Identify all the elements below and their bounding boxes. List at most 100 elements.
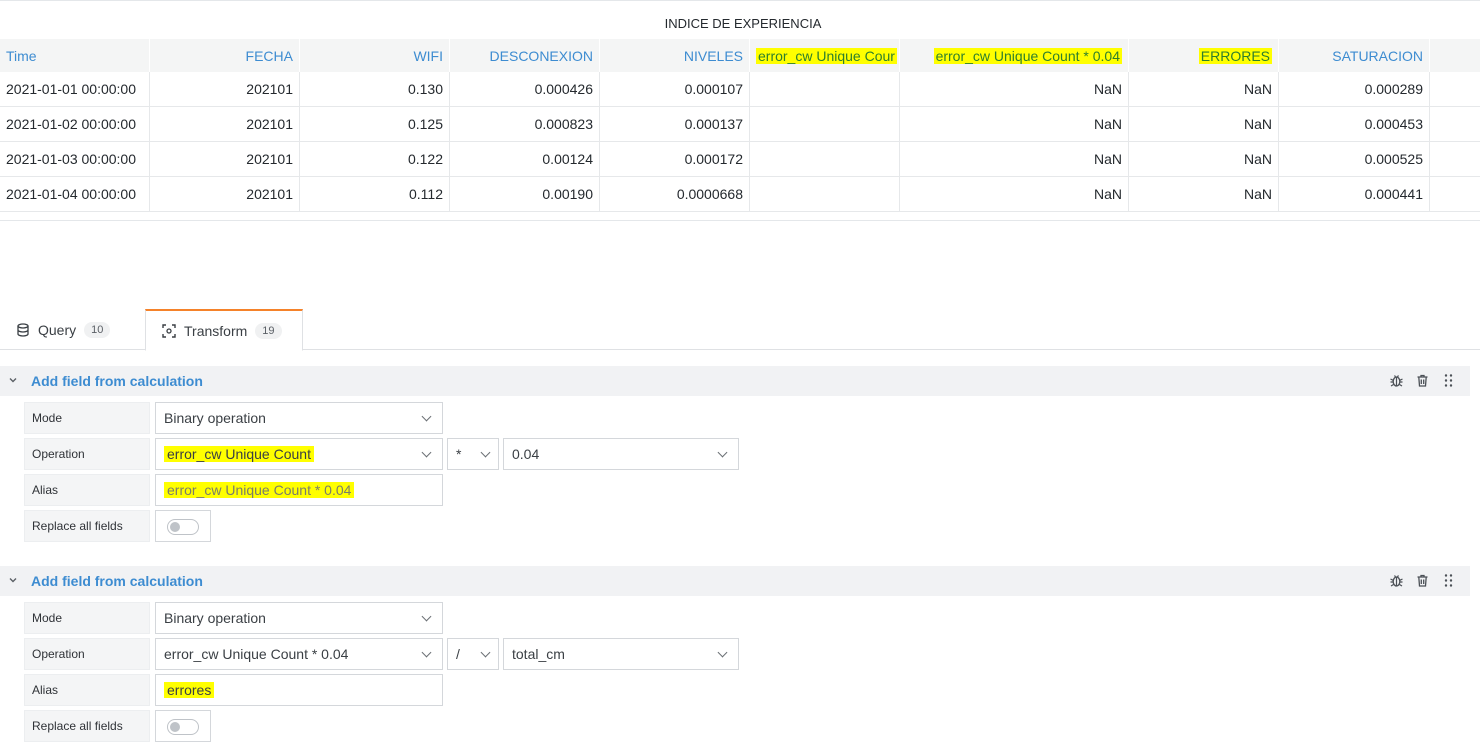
cell-wifi: 0.130 <box>300 72 450 106</box>
cell-saturacion: 0.000525 <box>1279 142 1430 176</box>
alias-label: Alias <box>24 674 150 706</box>
cell-errores: NaN <box>1129 142 1279 176</box>
alias-input[interactable]: errores <box>155 674 443 706</box>
debug-bug-icon[interactable] <box>1389 573 1404 588</box>
cell-saturacion: 0.000441 <box>1279 177 1430 211</box>
cell-fecha: 202101 <box>150 142 300 176</box>
transformation-actions <box>1389 373 1456 388</box>
column-header-desconexion[interactable]: DESCONEXION <box>450 39 600 72</box>
column-header-error-cw[interactable]: error_cw Unique Cour <box>750 39 900 72</box>
replace-all-fields-label: Replace all fields <box>24 510 150 542</box>
editor-tabs: Query 10 Transform 19 <box>0 309 1480 351</box>
cell-error-cw <box>750 72 900 106</box>
operation-left-select[interactable]: error_cw Unique Count * 0.04 <box>155 638 443 670</box>
chevron-down-icon <box>421 411 432 422</box>
tab-transform[interactable]: Transform 19 <box>145 309 303 351</box>
mode-select-value: Binary operation <box>164 410 266 426</box>
cell-spacer <box>1430 142 1480 176</box>
operator-value: / <box>456 646 460 662</box>
operator-select[interactable]: * <box>447 438 499 470</box>
transform-icon <box>162 323 176 338</box>
operation-left-select[interactable]: error_cw Unique Count <box>155 438 443 470</box>
cell-spacer <box>1430 177 1480 211</box>
column-header-errores[interactable]: ERRORES <box>1129 39 1279 72</box>
cell-niveles: 0.000172 <box>600 142 750 176</box>
cell-time: 2021-01-04 00:00:00 <box>0 177 150 211</box>
tab-transform-label: Transform <box>184 322 248 339</box>
database-icon <box>16 322 30 337</box>
cell-error-cw-scaled: NaN <box>900 142 1129 176</box>
drag-handle-icon[interactable] <box>1441 573 1456 588</box>
chevron-down-icon <box>480 447 491 458</box>
chevron-down-icon <box>717 647 728 658</box>
cell-fecha: 202101 <box>150 177 300 211</box>
alias-label: Alias <box>24 474 150 506</box>
transformation-title: Add field from calculation <box>31 373 203 389</box>
cell-fecha: 202101 <box>150 72 300 106</box>
column-header-saturacion[interactable]: SATURACION <box>1279 39 1430 72</box>
cell-error-cw <box>750 177 900 211</box>
cell-wifi: 0.112 <box>300 177 450 211</box>
operation-right-select[interactable]: total_cm <box>503 638 739 670</box>
cell-niveles: 0.000137 <box>600 107 750 141</box>
transformation-header-1[interactable]: Add field from calculation <box>0 366 1470 396</box>
alias-input-value: error_cw Unique Count * 0.04 <box>164 482 355 498</box>
mode-select-value: Binary operation <box>164 610 266 626</box>
chevron-down-icon[interactable] <box>8 575 22 588</box>
column-header-errores-label: ERRORES <box>1198 47 1272 64</box>
cell-error-cw-scaled: NaN <box>900 107 1129 141</box>
table-row: 2021-01-04 00:00:00 202101 0.112 0.00190 0.0… <box>0 177 1480 212</box>
operation-right-value: 0.04 <box>512 446 540 462</box>
cell-error-cw <box>750 107 900 141</box>
replace-all-fields-label: Replace all fields <box>24 710 150 742</box>
cell-spacer <box>1430 72 1480 106</box>
tab-query[interactable]: Query 10 <box>16 309 111 350</box>
column-header-wifi[interactable]: WIFI <box>300 39 450 72</box>
column-header-time[interactable]: Time <box>0 39 150 72</box>
operation-left-value: error_cw Unique Count * 0.04 <box>164 646 349 662</box>
cell-errores: NaN <box>1129 177 1279 211</box>
transformation-header-2[interactable]: Add field from calculation <box>0 566 1470 596</box>
operation-right-select[interactable]: 0.04 <box>503 438 739 470</box>
trash-icon[interactable] <box>1415 573 1430 588</box>
column-header-fecha[interactable]: FECHA <box>150 39 300 72</box>
table-row: 2021-01-01 00:00:00 202101 0.130 0.000426 0.… <box>0 72 1480 107</box>
chevron-down-icon <box>421 611 432 622</box>
chevron-down-icon <box>717 447 728 458</box>
trash-icon[interactable] <box>1415 373 1430 388</box>
cell-niveles: 0.0000668 <box>600 177 750 211</box>
mode-label: Mode <box>24 402 150 434</box>
table-panel: INDICE DE EXPERIENCIA Time FECHA WIFI DE… <box>0 0 1480 221</box>
operator-select[interactable]: / <box>447 638 499 670</box>
column-header-error-cw-scaled-label: error_cw Unique Count * 0.04 <box>933 47 1122 64</box>
mode-label: Mode <box>24 602 150 634</box>
toggle-knob <box>170 722 180 732</box>
alias-input[interactable]: error_cw Unique Count * 0.04 <box>155 474 443 506</box>
replace-all-fields-toggle[interactable] <box>155 510 211 542</box>
operation-label: Operation <box>24 438 150 470</box>
cell-fecha: 202101 <box>150 107 300 141</box>
drag-handle-icon[interactable] <box>1441 373 1456 388</box>
column-header-niveles[interactable]: NIVELES <box>600 39 750 72</box>
transformation-actions <box>1389 573 1456 588</box>
replace-all-fields-toggle[interactable] <box>155 710 211 742</box>
debug-bug-icon[interactable] <box>1389 373 1404 388</box>
column-header-error-cw-scaled[interactable]: error_cw Unique Count * 0.04 <box>900 39 1129 72</box>
operation-left-value: error_cw Unique Count <box>164 446 314 462</box>
cell-spacer <box>1430 107 1480 141</box>
cell-time: 2021-01-01 00:00:00 <box>0 72 150 106</box>
tab-query-count: 10 <box>84 321 111 338</box>
chevron-down-icon[interactable] <box>8 375 22 388</box>
operation-right-value: total_cm <box>512 646 565 662</box>
column-header-error-cw-label: error_cw Unique Cour <box>756 47 897 64</box>
table-row: 2021-01-02 00:00:00 202101 0.125 0.000823 0.… <box>0 107 1480 142</box>
cell-wifi: 0.125 <box>300 107 450 141</box>
mode-select[interactable]: Binary operation <box>155 602 443 634</box>
cell-niveles: 0.000107 <box>600 72 750 106</box>
alias-input-value: errores <box>164 682 215 698</box>
cell-error-cw-scaled: NaN <box>900 72 1129 106</box>
toggle-track <box>167 719 199 735</box>
cell-saturacion: 0.000289 <box>1279 72 1430 106</box>
mode-select[interactable]: Binary operation <box>155 402 443 434</box>
table-row: 2021-01-03 00:00:00 202101 0.122 0.00124 0.0… <box>0 142 1480 177</box>
